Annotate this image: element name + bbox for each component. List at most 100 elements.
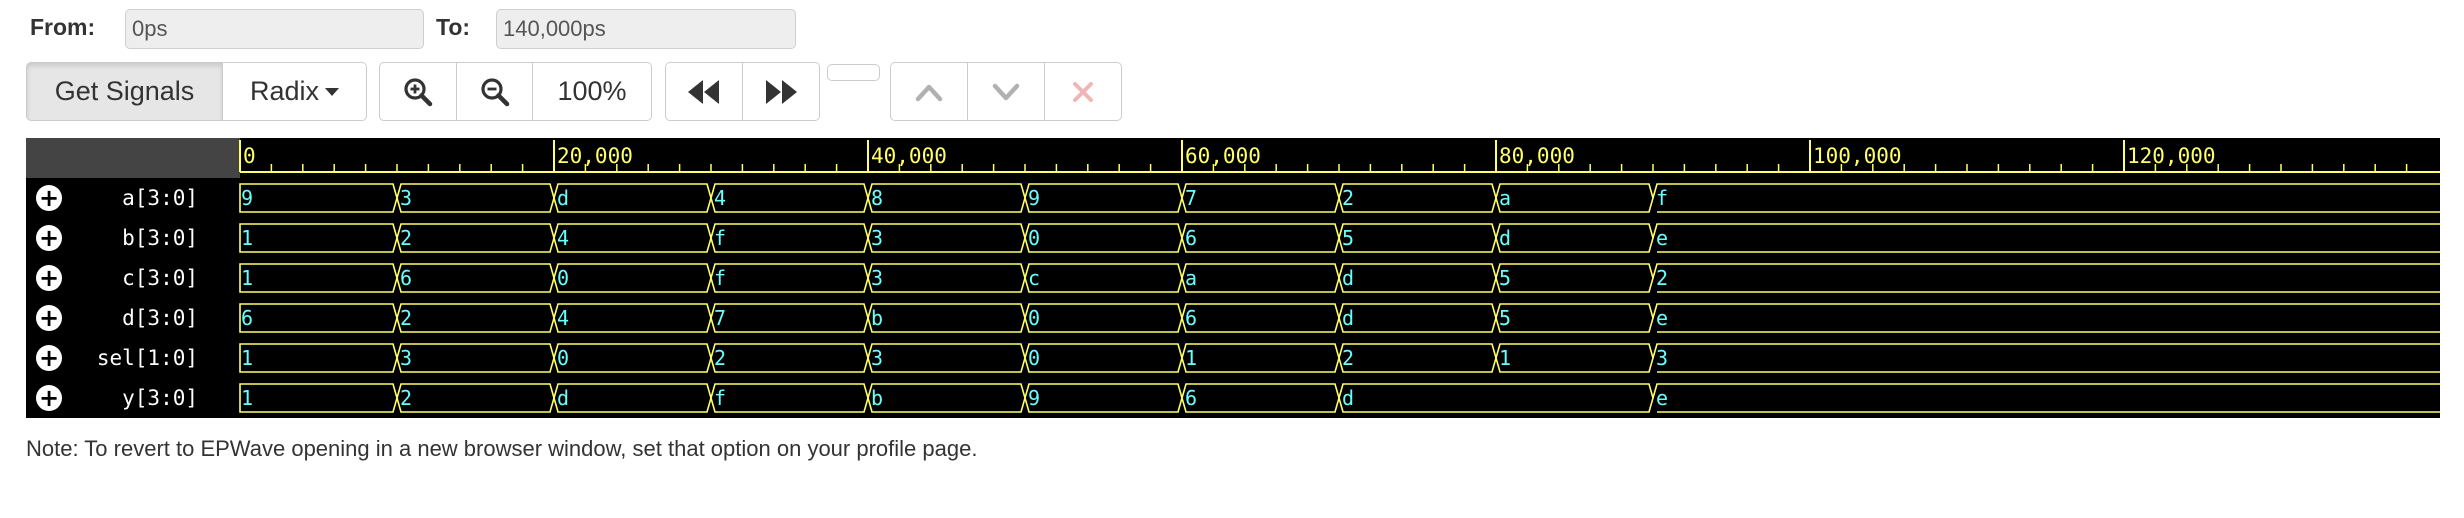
bus-segment bbox=[710, 223, 869, 253]
bus-segment bbox=[1024, 183, 1183, 213]
bus-value-label: 7 bbox=[1185, 186, 1197, 210]
bus-segment bbox=[396, 183, 555, 213]
bus-segment bbox=[1495, 183, 1654, 213]
bus-value-label: b bbox=[871, 306, 883, 330]
bus-value-label: 1 bbox=[241, 226, 253, 250]
bus-value-label: 1 bbox=[1185, 346, 1197, 370]
bus-value-label: 5 bbox=[1342, 226, 1354, 250]
bus-value-label: 9 bbox=[241, 186, 253, 210]
bus-segment bbox=[1652, 383, 2440, 413]
bus-segment bbox=[1181, 303, 1340, 333]
bus-segment bbox=[1652, 303, 2440, 333]
bus-segment bbox=[239, 383, 398, 413]
bus-segment bbox=[1181, 263, 1340, 293]
bus-value-label: 2 bbox=[400, 306, 412, 330]
bus-value-label: 6 bbox=[400, 266, 412, 290]
bus-segment bbox=[396, 383, 555, 413]
bus-value-label: 6 bbox=[1185, 226, 1197, 250]
bus-segment bbox=[1024, 263, 1183, 293]
bus-segment bbox=[1338, 383, 1654, 413]
bus-value-label: d bbox=[1342, 386, 1354, 410]
bus-value-label: a bbox=[1499, 186, 1511, 210]
bus-value-label: 9 bbox=[1028, 386, 1040, 410]
bus-value-label: 3 bbox=[1656, 346, 1668, 370]
bus-segment bbox=[710, 183, 869, 213]
bus-segment bbox=[1181, 343, 1340, 373]
bus-segment bbox=[867, 183, 1026, 213]
bus-segment bbox=[1495, 223, 1654, 253]
bus-value-label: 6 bbox=[1185, 306, 1197, 330]
bus-segment bbox=[1338, 303, 1497, 333]
bus-segment bbox=[1024, 223, 1183, 253]
bus-segment bbox=[867, 263, 1026, 293]
bus-value-label: 6 bbox=[1185, 386, 1197, 410]
bus-segment bbox=[239, 223, 398, 253]
bus-value-label: 3 bbox=[400, 186, 412, 210]
bus-value-label: f bbox=[714, 386, 726, 410]
bus-value-label: 3 bbox=[871, 266, 883, 290]
bus-segment bbox=[1338, 263, 1497, 293]
bus-segment bbox=[1181, 183, 1340, 213]
bus-value-label: 3 bbox=[400, 346, 412, 370]
bus-value-label: 8 bbox=[871, 186, 883, 210]
bus-segment bbox=[553, 303, 712, 333]
bus-segment bbox=[396, 223, 555, 253]
bus-value-label: 2 bbox=[1342, 186, 1354, 210]
bus-value-label: 0 bbox=[557, 346, 569, 370]
bus-value-label: 2 bbox=[400, 386, 412, 410]
bus-value-label: e bbox=[1656, 226, 1668, 250]
timeline-tick-label: 60,000 bbox=[1185, 144, 1261, 168]
timeline-tick-label: 20,000 bbox=[557, 144, 633, 168]
bus-segment bbox=[239, 343, 398, 373]
bus-value-label: e bbox=[1656, 386, 1668, 410]
bus-value-label: 1 bbox=[1499, 346, 1511, 370]
bus-segment bbox=[1652, 263, 2440, 293]
bus-value-label: 4 bbox=[557, 226, 569, 250]
bus-segment bbox=[710, 303, 869, 333]
bus-segment bbox=[1495, 343, 1654, 373]
bus-value-label: 5 bbox=[1499, 266, 1511, 290]
timeline-tick-label: 40,000 bbox=[871, 144, 947, 168]
bus-value-label: 2 bbox=[1342, 346, 1354, 370]
bus-value-label: 2 bbox=[714, 346, 726, 370]
bus-segment bbox=[1181, 223, 1340, 253]
bus-segment bbox=[867, 223, 1026, 253]
bus-value-label: 1 bbox=[241, 386, 253, 410]
bus-segment bbox=[553, 343, 712, 373]
bus-segment bbox=[1652, 343, 2440, 373]
bus-segment bbox=[553, 183, 712, 213]
bus-value-label: 1 bbox=[241, 346, 253, 370]
bus-value-label: 0 bbox=[1028, 226, 1040, 250]
bus-segment bbox=[553, 223, 712, 253]
bus-value-label: 3 bbox=[871, 226, 883, 250]
bus-segment bbox=[239, 263, 398, 293]
bus-value-label: d bbox=[1342, 266, 1354, 290]
bus-value-label: 4 bbox=[557, 306, 569, 330]
bus-segment bbox=[396, 263, 555, 293]
bus-value-label: a bbox=[1185, 266, 1197, 290]
bus-value-label: 0 bbox=[1028, 306, 1040, 330]
bus-value-label: d bbox=[1499, 226, 1511, 250]
bus-segment bbox=[1652, 223, 2440, 253]
bus-value-label: 5 bbox=[1499, 306, 1511, 330]
bus-segment bbox=[1181, 383, 1340, 413]
bus-segment bbox=[1338, 343, 1497, 373]
bus-value-label: 3 bbox=[871, 346, 883, 370]
bus-segment bbox=[396, 303, 555, 333]
bus-segment bbox=[867, 303, 1026, 333]
timeline-tick-label: 80,000 bbox=[1499, 144, 1575, 168]
bus-segment bbox=[710, 343, 869, 373]
bus-value-label: 2 bbox=[400, 226, 412, 250]
bus-value-label: 6 bbox=[241, 306, 253, 330]
bus-segment bbox=[1495, 303, 1654, 333]
bus-segment bbox=[710, 263, 869, 293]
bus-segment bbox=[1495, 263, 1654, 293]
bus-value-label: 0 bbox=[1028, 346, 1040, 370]
bus-value-label: f bbox=[714, 266, 726, 290]
bus-value-label: e bbox=[1656, 306, 1668, 330]
bus-value-label: b bbox=[871, 386, 883, 410]
bus-value-label: 4 bbox=[714, 186, 726, 210]
bus-segment bbox=[1024, 303, 1183, 333]
timeline-tick-label: 100,000 bbox=[1813, 144, 1902, 168]
bus-value-label: d bbox=[557, 386, 569, 410]
